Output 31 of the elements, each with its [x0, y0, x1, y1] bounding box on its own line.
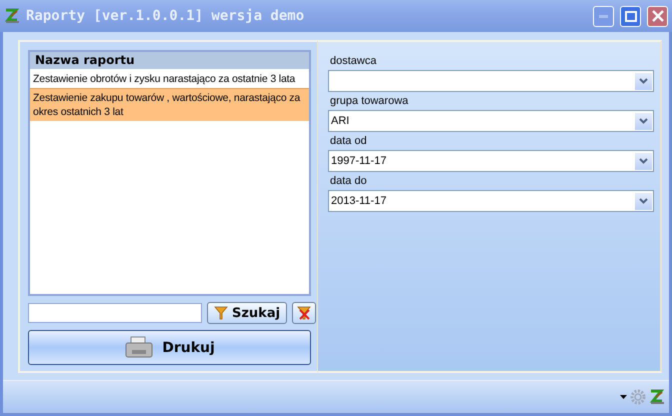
- filter-icon: [214, 306, 228, 320]
- print-button[interactable]: Drukuj: [28, 330, 311, 365]
- combo-box[interactable]: 2013-11-17: [328, 190, 654, 212]
- printer-icon: [124, 336, 154, 360]
- minimize-icon: [599, 14, 608, 18]
- app-logo-icon: [4, 8, 20, 24]
- chevron-down-icon: [639, 198, 648, 204]
- clear-filter-icon: [297, 306, 312, 320]
- close-button[interactable]: [647, 6, 668, 26]
- maximize-icon: [624, 10, 636, 22]
- field-label: grupa towarowa: [330, 95, 410, 108]
- window-title: Raporty [ver.1.0.0.1] wersja demo: [26, 8, 306, 24]
- minimize-button[interactable]: [593, 6, 614, 26]
- search-field[interactable]: [28, 303, 202, 323]
- combo-box[interactable]: ARI: [328, 110, 654, 132]
- field-label: data do: [330, 175, 368, 188]
- search-button[interactable]: Szukaj: [207, 302, 288, 324]
- clear-filter-button[interactable]: [292, 302, 316, 324]
- chevron-down-icon: [639, 78, 648, 84]
- field-label: data od: [330, 135, 368, 148]
- chevron-down-icon: [639, 158, 648, 164]
- maximize-button[interactable]: [620, 6, 641, 26]
- chevron-down-icon: [639, 118, 648, 124]
- caret-icon[interactable]: [620, 395, 627, 399]
- close-icon: [652, 10, 664, 22]
- report-row[interactable]: Zestawienie zakupu towarów , wartościowe, narastająco za okres ostatnich 3 lat: [30, 88, 309, 121]
- combo-box[interactable]: [328, 70, 654, 92]
- field-label: dostawca: [330, 55, 378, 68]
- column-header: Nazwa raportu: [30, 52, 309, 69]
- app-logo-icon: [649, 389, 665, 405]
- combo-box[interactable]: 1997-11-17: [328, 150, 654, 172]
